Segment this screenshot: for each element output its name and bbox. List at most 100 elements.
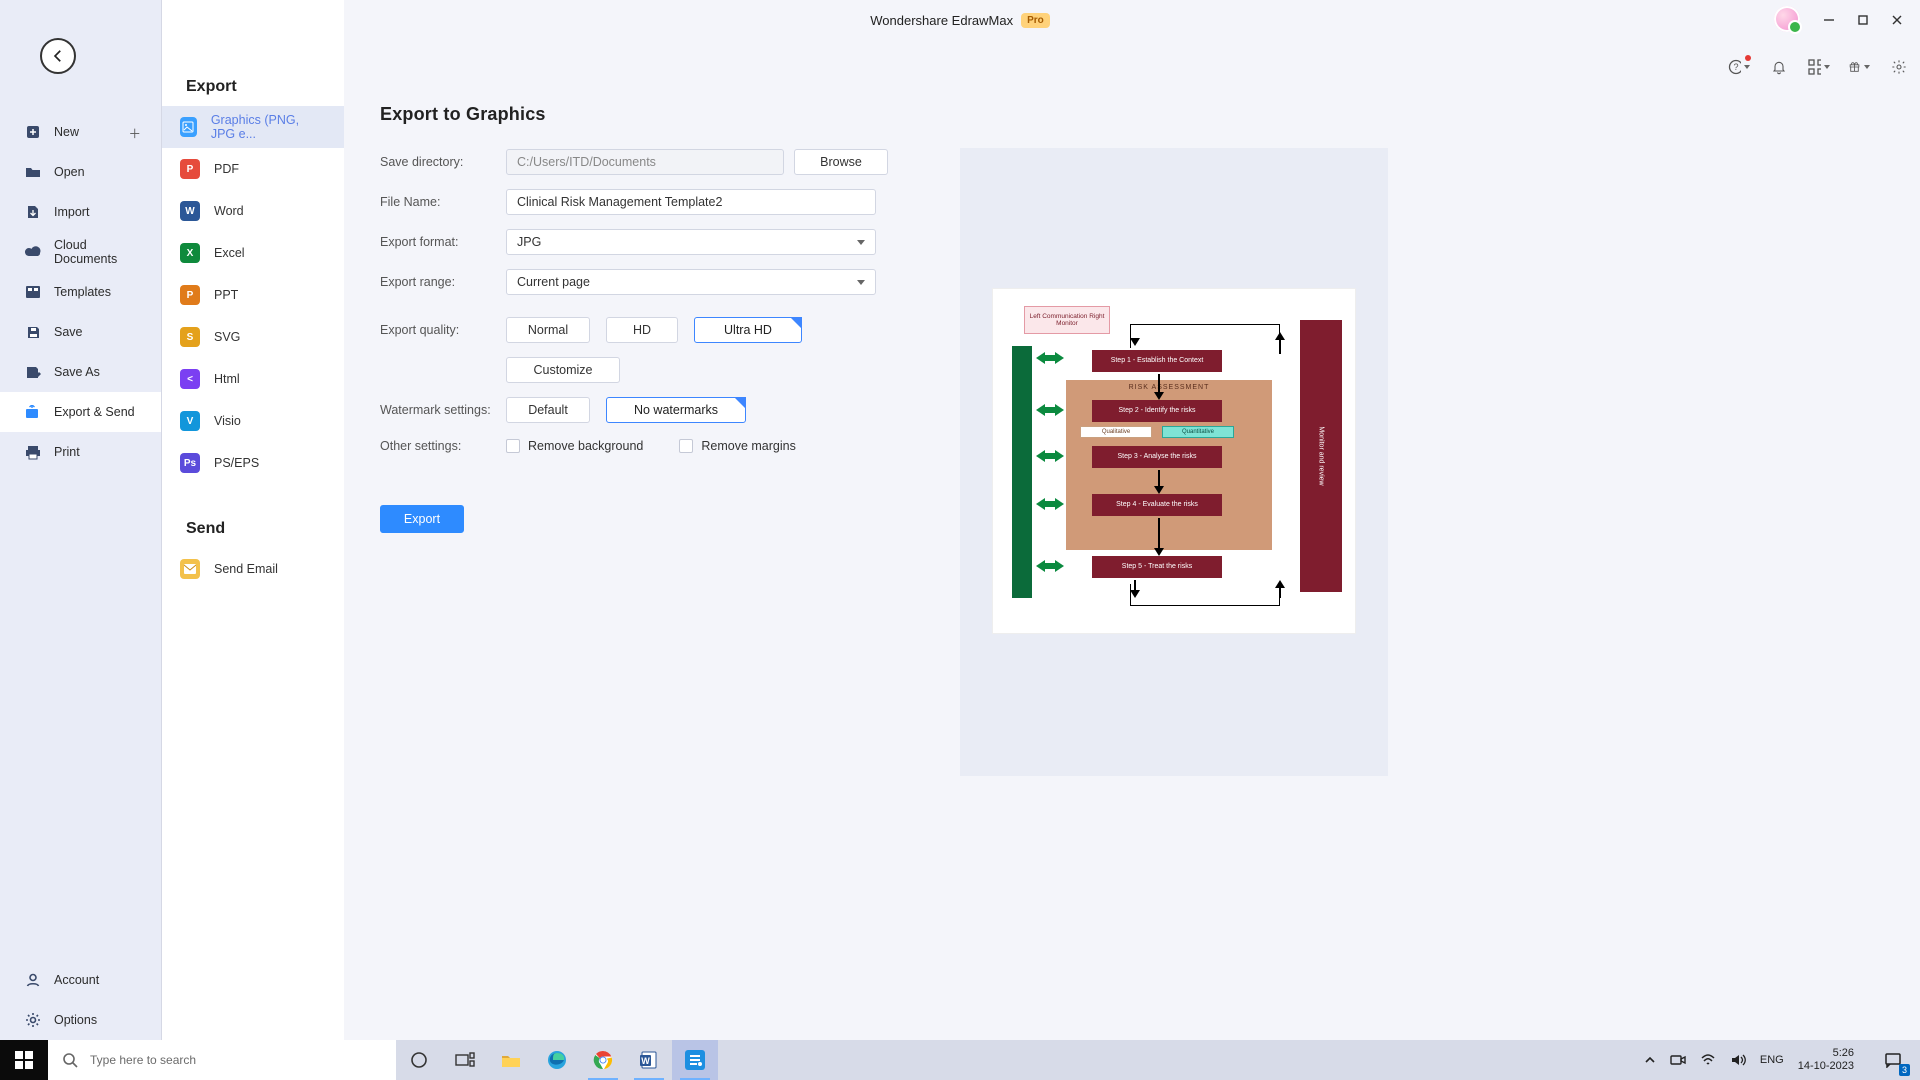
gift-icon[interactable]: [1848, 56, 1870, 78]
tray-language[interactable]: ENG: [1760, 1054, 1784, 1066]
tray-meetnow-icon[interactable]: [1670, 1053, 1686, 1067]
new-icon: [24, 123, 42, 141]
export-kind-word[interactable]: W Word: [162, 190, 344, 232]
sidebar-item-import[interactable]: Import: [0, 192, 161, 232]
header-icon-row: ?: [1728, 56, 1910, 78]
export-kind-excel[interactable]: X Excel: [162, 232, 344, 274]
sidebar-item-label: Print: [54, 445, 80, 459]
export-kind-visio[interactable]: V Visio: [162, 400, 344, 442]
taskbar-cortana[interactable]: [396, 1040, 442, 1080]
sidebar-item-new[interactable]: New ＋: [0, 112, 161, 152]
pdf-icon: P: [180, 159, 200, 179]
svg-icon: S: [180, 327, 200, 347]
export-kind-ps[interactable]: Ps PS/EPS: [162, 442, 344, 484]
minimize-button[interactable]: [1812, 6, 1846, 34]
export-kind-pdf[interactable]: P PDF: [162, 148, 344, 190]
export-kind-ppt[interactable]: P PPT: [162, 274, 344, 316]
arrow-down-icon: [1154, 374, 1164, 400]
sidebar-item-label: Templates: [54, 285, 111, 299]
remove-bg-label: Remove background: [528, 439, 643, 453]
range-select[interactable]: Current page: [506, 269, 876, 295]
sidebar-item-open[interactable]: Open: [0, 152, 161, 192]
sidebar-item-label: Save As: [54, 365, 100, 379]
preview-pink-box: Left Communication Right Monitor: [1024, 306, 1110, 334]
sidebar-item-save[interactable]: Save: [0, 312, 161, 352]
preview-step5: Step 5 - Treat the risks: [1092, 556, 1222, 578]
maximize-button[interactable]: [1846, 6, 1880, 34]
preview-qual: Qualitative: [1080, 426, 1152, 438]
pro-badge: Pro: [1021, 13, 1050, 28]
remove-margins-checkbox[interactable]: Remove margins: [679, 439, 795, 453]
start-button[interactable]: [0, 1040, 48, 1080]
green-arrow-icon: [1036, 404, 1064, 416]
tray-volume-icon[interactable]: [1730, 1053, 1746, 1067]
cloud-icon: [24, 243, 42, 261]
export-button[interactable]: Export: [380, 505, 464, 533]
watermark-default[interactable]: Default: [506, 397, 590, 423]
taskbar-word[interactable]: W: [626, 1040, 672, 1080]
svg-text:W: W: [641, 1056, 650, 1066]
notif-badge: 3: [1899, 1064, 1910, 1076]
browse-button[interactable]: Browse: [794, 149, 888, 175]
export-kind-graphics[interactable]: Graphics (PNG, JPG e...: [162, 106, 344, 148]
preview-card: Left Communication Right Monitor Communi…: [960, 148, 1388, 776]
sidebar-item-options[interactable]: Options: [0, 1000, 161, 1040]
quality-normal[interactable]: Normal: [506, 317, 590, 343]
gear-icon[interactable]: [1888, 56, 1910, 78]
taskbar-chrome[interactable]: [580, 1040, 626, 1080]
taskbar-search[interactable]: Type here to search: [48, 1040, 396, 1080]
export-kind-html[interactable]: < Html: [162, 358, 344, 400]
sidebar-item-account[interactable]: Account: [0, 960, 161, 1000]
tray-notifications[interactable]: 3: [1872, 1040, 1914, 1080]
plus-icon[interactable]: ＋: [128, 123, 141, 142]
range-label: Export range:: [380, 275, 506, 289]
graphics-icon: [180, 117, 197, 137]
format-select[interactable]: JPG: [506, 229, 876, 255]
green-arrow-icon: [1036, 560, 1064, 572]
preview-frame-bot: [1130, 584, 1280, 606]
sidebar-item-templates[interactable]: Templates: [0, 272, 161, 312]
remove-bg-checkbox[interactable]: Remove background: [506, 439, 643, 453]
remove-margins-label: Remove margins: [701, 439, 795, 453]
sidebar-item-cloud[interactable]: Cloud Documents: [0, 232, 161, 272]
close-button[interactable]: [1880, 6, 1914, 34]
taskbar-edrawmax[interactable]: [672, 1040, 718, 1080]
taskbar-edge[interactable]: [534, 1040, 580, 1080]
quality-ultra[interactable]: Ultra HD: [694, 317, 802, 343]
avatar[interactable]: [1774, 6, 1800, 32]
preview-mid-title: RISK ASSESSMENT: [1066, 384, 1272, 391]
taskbar-explorer[interactable]: [488, 1040, 534, 1080]
file-name-input[interactable]: [506, 189, 876, 215]
help-icon[interactable]: ?: [1728, 56, 1750, 78]
other-label: Other settings:: [380, 439, 506, 453]
print-icon: [24, 443, 42, 461]
send-email[interactable]: Send Email: [162, 548, 344, 590]
save-dir-label: Save directory:: [380, 155, 506, 169]
quality-hd[interactable]: HD: [606, 317, 678, 343]
tray-clock[interactable]: 5:26 14-10-2023: [1798, 1047, 1858, 1072]
customize-button[interactable]: Customize: [506, 357, 620, 383]
watermark-none[interactable]: No watermarks: [606, 397, 746, 423]
saveas-icon: [24, 363, 42, 381]
format-value: JPG: [517, 235, 541, 249]
apps-icon[interactable]: [1808, 56, 1830, 78]
taskbar-taskview[interactable]: [442, 1040, 488, 1080]
bell-icon[interactable]: [1768, 56, 1790, 78]
sidebar-item-export-send[interactable]: Export & Send: [0, 392, 161, 432]
preview-step4: Step 4 - Evaluate the risks: [1092, 494, 1222, 516]
titlebar: Wondershare EdrawMax Pro: [0, 0, 1920, 40]
export-kind-svg[interactable]: S SVG: [162, 316, 344, 358]
sidebar-item-print[interactable]: Print: [0, 432, 161, 472]
section-title-export: Export: [162, 70, 344, 106]
export-icon: [24, 403, 42, 421]
save-icon: [24, 323, 42, 341]
back-button[interactable]: [40, 38, 76, 74]
tray-chevron-icon[interactable]: [1644, 1054, 1656, 1066]
checkbox-icon: [679, 439, 693, 453]
export-kind-label: SVG: [214, 330, 240, 344]
quality-label: Export quality:: [380, 323, 506, 337]
tray-wifi-icon[interactable]: [1700, 1053, 1716, 1067]
sidebar-item-saveas[interactable]: Save As: [0, 352, 161, 392]
ppt-icon: P: [180, 285, 200, 305]
save-dir-input[interactable]: [506, 149, 784, 175]
